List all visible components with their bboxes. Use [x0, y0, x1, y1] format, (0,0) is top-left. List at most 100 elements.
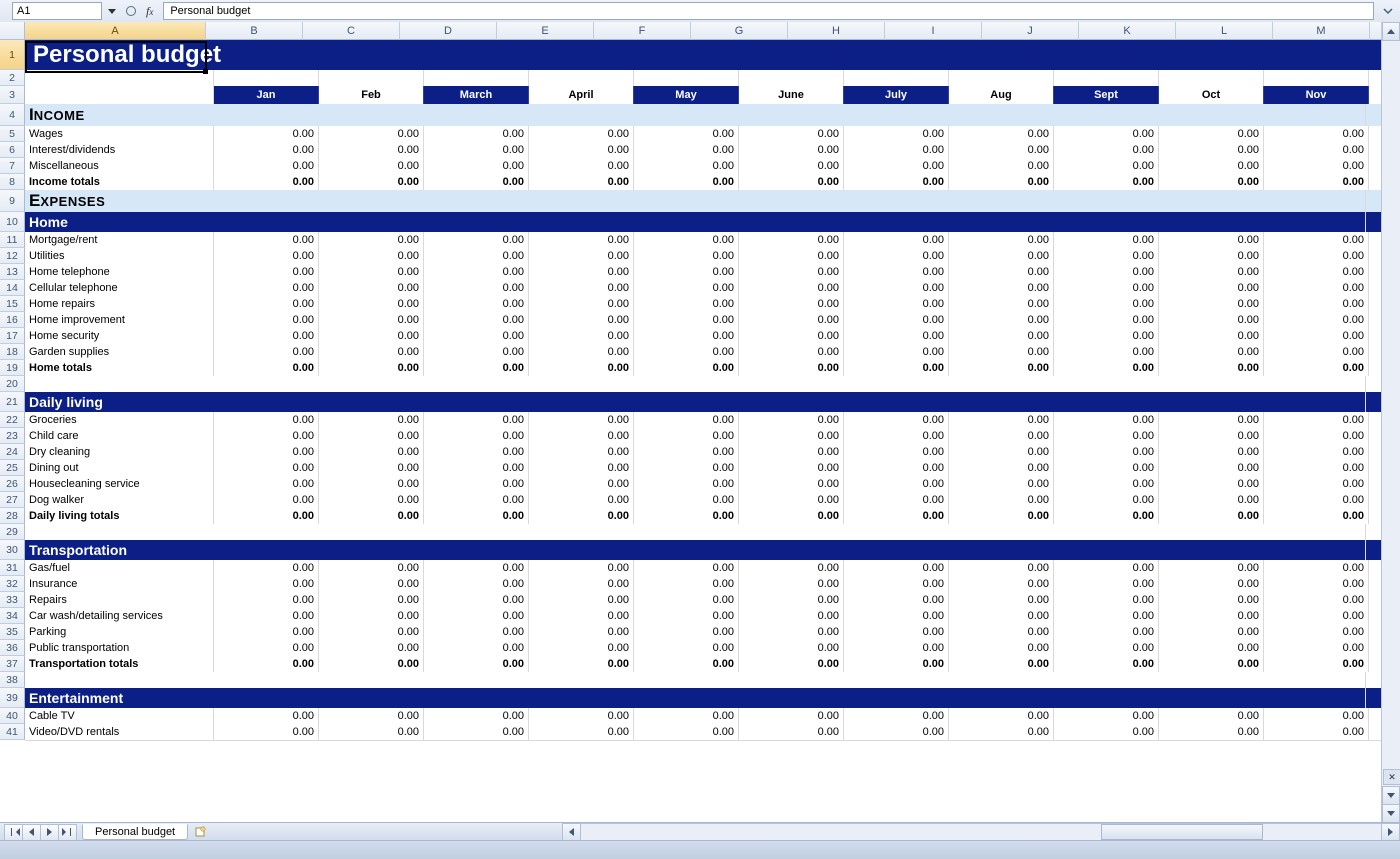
row-header[interactable]: 14 — [0, 280, 25, 296]
data-cell[interactable]: 0.00 — [1054, 232, 1159, 249]
data-cell[interactable]: 0.00 — [214, 560, 319, 577]
data-cell[interactable]: 0.00 — [529, 560, 634, 577]
data-cell[interactable]: 0.00 — [1159, 428, 1264, 445]
data-cell[interactable]: 0.00 — [844, 624, 949, 641]
data-cell[interactable]: 0.00 — [1159, 142, 1264, 159]
sheet-tab-active[interactable]: Personal budget — [82, 824, 188, 840]
data-cell[interactable]: 0.00 — [1054, 592, 1159, 609]
row-header[interactable]: 12 — [0, 248, 25, 264]
data-cell[interactable]: 0.00 — [634, 126, 739, 143]
month-header[interactable]: Jan — [214, 86, 319, 105]
data-cell[interactable]: 0.00 — [1264, 312, 1369, 329]
data-cell[interactable]: 0.00 — [1054, 724, 1159, 741]
data-cell[interactable]: 0.00 — [739, 232, 844, 249]
cell-blank[interactable] — [25, 70, 214, 87]
data-cell[interactable]: 0.00 — [949, 708, 1054, 725]
totals-cell[interactable]: 0.00 — [1054, 508, 1159, 525]
data-cell[interactable]: 0.00 — [424, 624, 529, 641]
data-cell[interactable]: 0.00 — [844, 126, 949, 143]
totals-label[interactable]: Transportation totals — [25, 656, 214, 673]
blank-row[interactable] — [25, 672, 1366, 689]
data-cell[interactable]: 0.00 — [634, 232, 739, 249]
totals-cell[interactable]: 0.00 — [529, 656, 634, 673]
data-cell[interactable]: 0.00 — [634, 248, 739, 265]
data-cell[interactable]: 0.00 — [529, 608, 634, 625]
scroll-down-button[interactable] — [1382, 786, 1400, 805]
data-cell[interactable]: 0.00 — [1264, 232, 1369, 249]
data-cell[interactable]: 0.00 — [949, 126, 1054, 143]
row-label[interactable]: Home improvement — [25, 312, 214, 329]
data-cell[interactable]: 0.00 — [214, 640, 319, 657]
cell-blank[interactable] — [634, 70, 739, 87]
month-header[interactable]: July — [844, 86, 949, 105]
data-cell[interactable]: 0.00 — [214, 264, 319, 281]
section-extend[interactable] — [1366, 104, 1382, 127]
data-cell[interactable]: 0.00 — [1159, 724, 1264, 741]
row-label[interactable]: Dry cleaning — [25, 444, 214, 461]
data-cell[interactable]: 0.00 — [214, 476, 319, 493]
data-cell[interactable]: 0.00 — [319, 476, 424, 493]
row-label[interactable]: Mortgage/rent — [25, 232, 214, 249]
data-cell[interactable]: 0.00 — [1054, 312, 1159, 329]
data-cell[interactable]: 0.00 — [214, 724, 319, 741]
data-cell[interactable]: 0.00 — [319, 624, 424, 641]
name-box-dropdown-icon[interactable] — [108, 9, 116, 14]
data-cell[interactable]: 0.00 — [634, 592, 739, 609]
subgroup-extend[interactable] — [1366, 392, 1382, 413]
row-label[interactable]: Dining out — [25, 460, 214, 477]
data-cell[interactable]: 0.00 — [844, 312, 949, 329]
row-header[interactable]: 18 — [0, 344, 25, 360]
cell-blank[interactable] — [1264, 70, 1369, 87]
data-cell[interactable]: 0.00 — [319, 592, 424, 609]
data-cell[interactable]: 0.00 — [1159, 592, 1264, 609]
data-cell[interactable]: 0.00 — [1264, 576, 1369, 593]
data-cell[interactable]: 0.00 — [739, 576, 844, 593]
data-cell[interactable]: 0.00 — [1054, 280, 1159, 297]
row-header[interactable]: 23 — [0, 428, 25, 444]
data-cell[interactable]: 0.00 — [319, 560, 424, 577]
data-cell[interactable]: 0.00 — [424, 608, 529, 625]
data-cell[interactable]: 0.00 — [319, 444, 424, 461]
data-cell[interactable]: 0.00 — [949, 560, 1054, 577]
data-cell[interactable]: 0.00 — [529, 248, 634, 265]
data-cell[interactable]: 0.00 — [1159, 296, 1264, 313]
totals-cell[interactable]: 0.00 — [1264, 174, 1369, 191]
cell-blank[interactable] — [529, 70, 634, 87]
row-label[interactable]: Utilities — [25, 248, 214, 265]
column-header[interactable]: D — [400, 22, 497, 40]
row-label[interactable]: Groceries — [25, 412, 214, 429]
data-cell[interactable]: 0.00 — [424, 412, 529, 429]
data-cell[interactable]: 0.00 — [529, 708, 634, 725]
data-cell[interactable]: 0.00 — [634, 444, 739, 461]
data-cell[interactable]: 0.00 — [949, 640, 1054, 657]
data-cell[interactable]: 0.00 — [214, 296, 319, 313]
totals-cell[interactable]: 0.00 — [214, 360, 319, 377]
row-header[interactable]: 38 — [0, 672, 25, 688]
data-cell[interactable]: 0.00 — [739, 248, 844, 265]
totals-cell[interactable]: 0.00 — [319, 174, 424, 191]
data-cell[interactable]: 0.00 — [319, 280, 424, 297]
totals-cell[interactable]: 0.00 — [424, 360, 529, 377]
totals-cell[interactable]: 0.00 — [739, 508, 844, 525]
data-cell[interactable]: 0.00 — [949, 412, 1054, 429]
row-header[interactable]: 29 — [0, 524, 25, 540]
row-header[interactable]: 15 — [0, 296, 25, 312]
row-label[interactable]: Video/DVD rentals — [25, 724, 214, 741]
data-cell[interactable]: 0.00 — [319, 608, 424, 625]
totals-cell[interactable]: 0.00 — [319, 656, 424, 673]
data-cell[interactable]: 0.00 — [739, 264, 844, 281]
data-cell[interactable]: 0.00 — [634, 280, 739, 297]
data-cell[interactable]: 0.00 — [1159, 158, 1264, 175]
data-cell[interactable]: 0.00 — [739, 560, 844, 577]
data-cell[interactable]: 0.00 — [844, 492, 949, 509]
data-cell[interactable]: 0.00 — [1264, 608, 1369, 625]
data-cell[interactable]: 0.00 — [529, 142, 634, 159]
data-cell[interactable]: 0.00 — [529, 412, 634, 429]
data-cell[interactable]: 0.00 — [1159, 312, 1264, 329]
data-cell[interactable]: 0.00 — [1159, 344, 1264, 361]
month-header[interactable]: Aug — [949, 86, 1054, 105]
tab-nav-prev-icon[interactable] — [22, 824, 41, 841]
row-label[interactable]: Public transportation — [25, 640, 214, 657]
row-label[interactable]: Dog walker — [25, 492, 214, 509]
select-all-corner[interactable] — [0, 22, 25, 40]
